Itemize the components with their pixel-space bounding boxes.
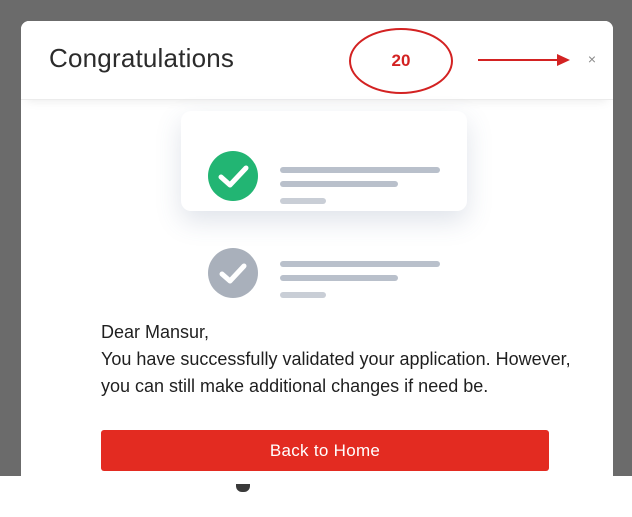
close-icon: × (587, 51, 597, 67)
modal-message: Dear Mansur, You have successfully valid… (101, 319, 571, 400)
modal-header: Congratulations 20 × (21, 21, 613, 100)
greeting-text: Dear Mansur, (101, 322, 210, 342)
illustration-graphic (208, 151, 440, 298)
success-illustration (21, 101, 613, 311)
item-line (280, 275, 398, 281)
completed-item (208, 151, 440, 204)
item-line (280, 181, 398, 187)
check-circle-icon (208, 248, 258, 298)
annotation-arrow (478, 59, 560, 61)
item-line (280, 198, 326, 204)
annotation-circle: 20 (349, 28, 453, 94)
pending-item (208, 248, 440, 298)
check-circle-icon (208, 151, 258, 201)
annotation-arrowhead (557, 54, 570, 66)
annotation-number: 20 (391, 51, 411, 70)
congratulations-modal: Congratulations 20 × Dear Mansur, You ha… (21, 21, 613, 484)
item-line (280, 261, 440, 267)
message-text: You have successfully validated your app… (101, 349, 571, 396)
modal-title: Congratulations (49, 43, 235, 73)
back-to-home-button[interactable]: Back to Home (101, 430, 549, 471)
close-button[interactable]: × (584, 51, 600, 67)
item-line (280, 292, 326, 298)
item-line (280, 167, 440, 173)
